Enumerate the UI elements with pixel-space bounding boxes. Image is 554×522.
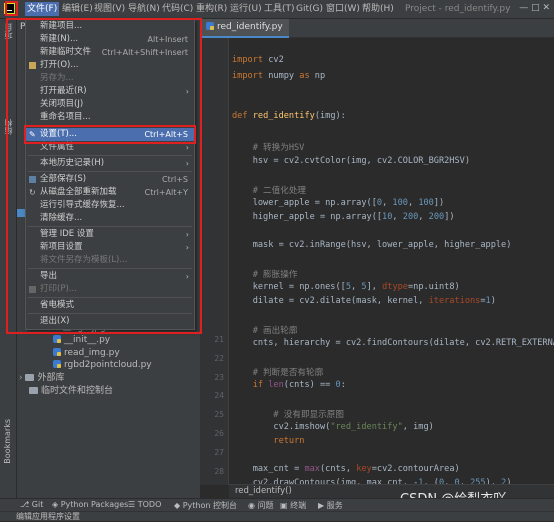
line-number-gutter: 21 22 23 24 25 26 27 28 (200, 38, 229, 485)
code-line: # 没有即显示原图 (273, 410, 344, 420)
line-number: 28 (214, 467, 224, 476)
editor-tabs: red_identify.py (200, 19, 554, 38)
services-tool-button[interactable]: ▶ 服务 (318, 500, 343, 511)
problems-tool-button[interactable]: ◉ 问题 (248, 500, 274, 511)
annotation-box-settings (24, 125, 196, 144)
menu-view[interactable]: 视图(V) (92, 2, 127, 16)
python-file-icon (53, 360, 61, 368)
menu-git[interactable]: Git(G) (294, 2, 325, 16)
python-console-icon: ◆ (174, 501, 183, 510)
git-branch-icon: ⎇ (20, 500, 32, 509)
list-icon: ☰ (128, 500, 138, 509)
code-editor[interactable]: import cv2 import numpy as np def red_id… (229, 38, 554, 485)
git-tool-button[interactable]: ⎇ Git (20, 500, 43, 509)
warning-icon: ◉ (248, 501, 258, 510)
tree-item[interactable]: 临时文件和控制台 (29, 384, 113, 398)
python-console-tool-button[interactable]: ◆ Python 控制台 (174, 500, 237, 511)
menu-run[interactable]: 运行(U) (228, 2, 264, 16)
code-line: higher_apple = np.array([10, 200, 200]) (232, 212, 455, 222)
services-icon: ▶ (318, 501, 327, 510)
editor-tab-active[interactable]: red_identify.py (200, 19, 289, 38)
menu-help[interactable]: 帮助(H) (360, 2, 396, 16)
todo-tool-button[interactable]: ☰ TODO (128, 500, 161, 509)
python-file-icon (206, 22, 214, 30)
line-number: 25 (214, 410, 224, 419)
code-line: # 判断是否有轮廓 (252, 368, 324, 378)
menu-edit[interactable]: 编辑(E) (60, 2, 95, 16)
code-line: # 转换为HSV (252, 143, 305, 153)
code-line: def red_identify(img): (232, 111, 346, 121)
line-number: 27 (214, 448, 224, 457)
menu-refactor[interactable]: 重构(R) (194, 2, 229, 16)
terminal-tool-button[interactable]: ▣ 终端 (280, 500, 306, 511)
status-text: 编辑应用程序设置 (16, 512, 80, 521)
menu-window[interactable]: 窗口(W) (324, 2, 362, 16)
code-line: max_cnt = max(cnts, key=cv2.contourArea) (232, 464, 460, 474)
code-line: kernel = np.ones([5, 5], dtype=np.uint8) (232, 282, 460, 292)
code-line: import numpy as np (232, 71, 326, 81)
library-icon (25, 374, 35, 381)
code-line: lower_apple = np.array([0, 100, 100]) (232, 198, 445, 208)
code-line: hsv = cv2.cvtColor(img, cv2.COLOR_BGR2HS… (232, 156, 470, 166)
code-line: if len(cnts) == 0: (252, 380, 346, 390)
bookmarks-tool-tab[interactable]: Bookmarks (3, 419, 12, 464)
tree-item[interactable]: › 外部库 (19, 371, 64, 385)
python-file-icon (53, 335, 61, 343)
code-line: cv2.imshow("red_identify", img) (232, 422, 434, 432)
menu-tools[interactable]: 工具(T) (262, 2, 297, 16)
line-number: 24 (214, 391, 224, 400)
menu-bar: 文件(F) 编辑(E) 视图(V) 导航(N) 代码(C) 重构(R) 运行(U… (0, 0, 554, 19)
tree-item[interactable]: rgbd2pointcloud.py (53, 358, 152, 372)
window-controls[interactable]: — □ ✕ (519, 3, 550, 13)
tree-item[interactable]: __init__.py (53, 333, 110, 347)
code-line: return (273, 436, 305, 446)
code-line: # 画出轮廓 (252, 326, 298, 336)
terminal-icon: ▣ (280, 501, 291, 510)
code-line: # 二值化处理 (252, 186, 307, 196)
line-number: 26 (214, 429, 224, 438)
package-icon: ◈ (52, 500, 61, 509)
code-line: import cv2 (232, 55, 284, 65)
scratch-icon (29, 387, 38, 394)
python-file-icon (53, 348, 61, 356)
menu-navigate[interactable]: 导航(N) (126, 2, 162, 16)
line-number: 22 (214, 354, 224, 363)
python-packages-tool-button[interactable]: ◈ Python Packages (52, 500, 128, 509)
menu-file[interactable]: 文件(F) (25, 2, 60, 16)
line-number: 23 (214, 373, 224, 382)
annotation-box (6, 18, 202, 334)
code-line: dilate = cv2.dilate(mask, kernel, iterat… (232, 296, 496, 306)
code-line: # 膨胀操作 (252, 270, 298, 280)
breadcrumb-item[interactable]: red_identify() (235, 486, 292, 496)
annotation-box-logo (5, 1, 18, 16)
code-line: mask = cv2.inRange(hsv, lower_apple, hig… (232, 240, 512, 250)
code-line: cnts, hierarchy = cv2.findContours(dilat… (232, 338, 554, 348)
bottom-tool-bar: ⎇ Git ◈ Python Packages ☰ TODO ◆ Python … (0, 498, 554, 512)
menu-code[interactable]: 代码(C) (160, 2, 195, 16)
window-title: Project - red_identify.py (405, 4, 511, 14)
line-number: 21 (214, 335, 224, 344)
